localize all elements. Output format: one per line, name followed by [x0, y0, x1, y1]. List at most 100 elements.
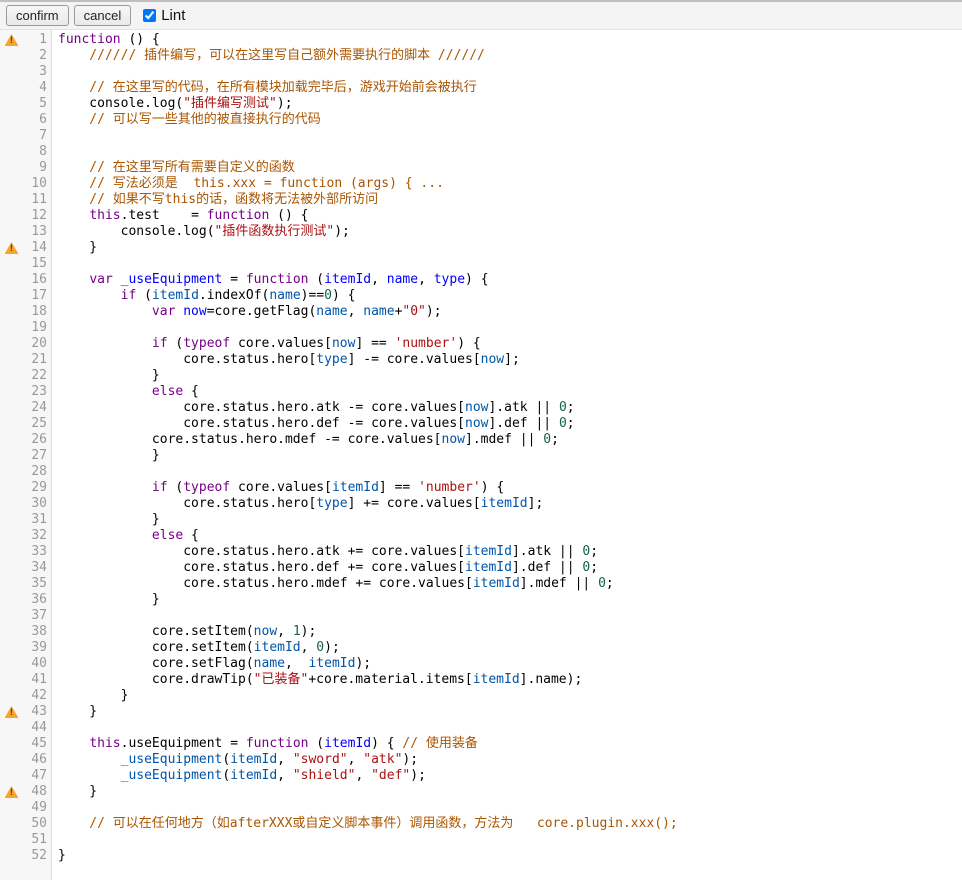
line-number: 23 [23, 384, 51, 400]
line-number: 47 [23, 768, 51, 784]
code-line[interactable]: 16 var _useEquipment = function (itemId,… [0, 272, 962, 288]
code-line[interactable]: 12 this.test = function () { [0, 208, 962, 224]
code-text: } [51, 240, 97, 256]
code-line[interactable]: 41 core.drawTip("已装备"+core.material.item… [0, 672, 962, 688]
code-line[interactable]: 3 [0, 64, 962, 80]
code-line[interactable]: 9 // 在这里写所有需要自定义的函数 [0, 160, 962, 176]
line-number: 9 [23, 160, 51, 176]
code-line[interactable]: 11 // 如果不写this的话，函数将无法被外部所访问 [0, 192, 962, 208]
code-line[interactable]: 6 // 可以写一些其他的被直接执行的代码 [0, 112, 962, 128]
code-line[interactable]: !1function () { [0, 32, 962, 48]
code-line[interactable]: 40 core.setFlag(name, itemId); [0, 656, 962, 672]
line-number: 52 [23, 848, 51, 864]
code-line[interactable]: 39 core.setItem(itemId, 0); [0, 640, 962, 656]
code-line[interactable]: 7 [0, 128, 962, 144]
code-line[interactable]: 28 [0, 464, 962, 480]
code-editor[interactable]: !1function () {2 ////// 插件编写，可以在这里写自己额外需… [0, 30, 962, 880]
line-number: 20 [23, 336, 51, 352]
code-line[interactable]: 49 [0, 800, 962, 816]
line-number: 22 [23, 368, 51, 384]
code-line[interactable]: 22 } [0, 368, 962, 384]
code-line[interactable]: 26 core.status.hero.mdef -= core.values[… [0, 432, 962, 448]
code-line[interactable]: 13 console.log("插件函数执行测试"); [0, 224, 962, 240]
cancel-button[interactable]: cancel [74, 5, 132, 26]
line-number: 29 [23, 480, 51, 496]
code-line[interactable]: 37 [0, 608, 962, 624]
line-number: 3 [23, 64, 51, 80]
warning-icon[interactable]: ! [5, 706, 19, 718]
code-text: // 在这里写所有需要自定义的函数 [51, 160, 295, 176]
code-line[interactable]: 27 } [0, 448, 962, 464]
code-line[interactable]: 19 [0, 320, 962, 336]
line-number: 32 [23, 528, 51, 544]
code-line[interactable]: 4 // 在这里写的代码，在所有模块加载完毕后，游戏开始前会被执行 [0, 80, 962, 96]
line-number: 21 [23, 352, 51, 368]
code-line[interactable]: 46 _useEquipment(itemId, "sword", "atk")… [0, 752, 962, 768]
code-line[interactable]: 23 else { [0, 384, 962, 400]
code-text: } [51, 688, 128, 704]
code-line[interactable]: 20 if (typeof core.values[now] == 'numbe… [0, 336, 962, 352]
warning-icon[interactable]: ! [5, 242, 19, 254]
line-number: 48 [23, 784, 51, 800]
code-text: core.status.hero.atk += core.values[item… [51, 544, 598, 560]
line-number: 12 [23, 208, 51, 224]
code-line[interactable]: 18 var now=core.getFlag(name, name+"0"); [0, 304, 962, 320]
code-line[interactable]: 10 // 写法必须是 this.xxx = function (args) {… [0, 176, 962, 192]
code-line[interactable]: 34 core.status.hero.def += core.values[i… [0, 560, 962, 576]
code-line[interactable]: 45 this.useEquipment = function (itemId)… [0, 736, 962, 752]
code-text: } [51, 592, 160, 608]
code-line[interactable]: 51 [0, 832, 962, 848]
code-text: if (itemId.indexOf(name)==0) { [51, 288, 355, 304]
line-number: 30 [23, 496, 51, 512]
code-line[interactable]: 30 core.status.hero[type] += core.values… [0, 496, 962, 512]
code-line[interactable]: 5 console.log("插件编写测试"); [0, 96, 962, 112]
code-line[interactable]: 33 core.status.hero.atk += core.values[i… [0, 544, 962, 560]
code-line[interactable]: 24 core.status.hero.atk -= core.values[n… [0, 400, 962, 416]
line-number: 15 [23, 256, 51, 272]
code-line[interactable]: ! 14 } [0, 240, 962, 256]
code-line[interactable]: 21 core.status.hero[type] -= core.values… [0, 352, 962, 368]
code-line[interactable]: 32 else { [0, 528, 962, 544]
toolbar: confirm cancel Lint [0, 0, 962, 30]
code-line[interactable]: 47 _useEquipment(itemId, "shield", "def"… [0, 768, 962, 784]
line-number: 4 [23, 80, 51, 96]
code-line[interactable]: 2 ////// 插件编写，可以在这里写自己额外需要执行的脚本 ////// [0, 48, 962, 64]
code-line[interactable]: 17 if (itemId.indexOf(name)==0) { [0, 288, 962, 304]
line-number: 37 [23, 608, 51, 624]
code-line[interactable]: 29 if (typeof core.values[itemId] == 'nu… [0, 480, 962, 496]
code-line[interactable]: !43 } [0, 704, 962, 720]
line-number: 45 [23, 736, 51, 752]
line-number: 14 [23, 240, 51, 256]
warning-icon[interactable]: ! [5, 786, 19, 798]
code-line[interactable]: 35 core.status.hero.mdef += core.values[… [0, 576, 962, 592]
code-text: console.log("插件编写测试"); [51, 96, 293, 112]
line-number: 5 [23, 96, 51, 112]
code-text: core.status.hero.def += core.values[item… [51, 560, 598, 576]
code-text: } [51, 848, 66, 864]
code-line[interactable]: !48 } [0, 784, 962, 800]
code-line[interactable]: 52} [0, 848, 962, 864]
code-line[interactable]: 8 [0, 144, 962, 160]
code-line[interactable]: 25 core.status.hero.def -= core.values[n… [0, 416, 962, 432]
code-text: // 可以在任何地方（如afterXXX或自定义脚本事件）调用函数，方法为 co… [51, 816, 678, 832]
code-line[interactable]: 50 // 可以在任何地方（如afterXXX或自定义脚本事件）调用函数，方法为… [0, 816, 962, 832]
lint-checkbox[interactable] [143, 9, 156, 22]
plugin-script-editor-window: confirm cancel Lint !1function () {2 ///… [0, 0, 962, 880]
code-line[interactable]: 44 [0, 720, 962, 736]
code-text: else { [51, 384, 199, 400]
code-line[interactable]: 31 } [0, 512, 962, 528]
code-line[interactable]: 42 } [0, 688, 962, 704]
code-text: var now=core.getFlag(name, name+"0"); [51, 304, 442, 320]
lint-marker-cell: ! [0, 706, 23, 718]
code-line[interactable]: 15 [0, 256, 962, 272]
confirm-button[interactable]: confirm [6, 5, 69, 26]
code-line[interactable]: 38 core.setItem(now, 1); [0, 624, 962, 640]
lint-toggle[interactable]: Lint [143, 7, 185, 24]
line-number: 46 [23, 752, 51, 768]
code-line[interactable]: 36 } [0, 592, 962, 608]
line-number: 35 [23, 576, 51, 592]
code-text: core.drawTip("已装备"+core.material.items[i… [51, 672, 582, 688]
warning-icon[interactable]: ! [5, 34, 19, 46]
line-number: 10 [23, 176, 51, 192]
line-number: 42 [23, 688, 51, 704]
